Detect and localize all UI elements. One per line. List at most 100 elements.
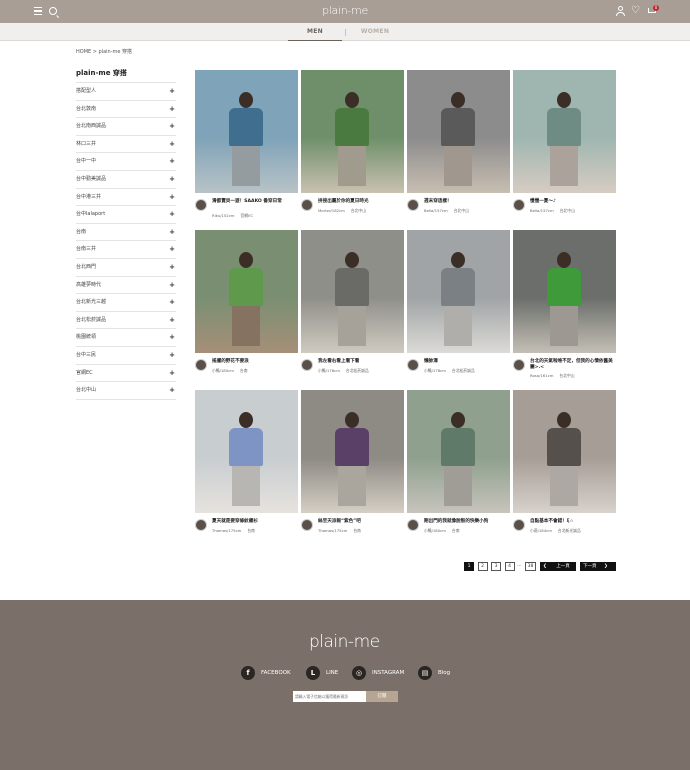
cart-icon[interactable]: 0 — [647, 5, 659, 17]
sidebar-item[interactable]: 台中勤美誠品 + — [76, 171, 176, 189]
avatar[interactable] — [195, 199, 207, 211]
search-icon[interactable] — [49, 7, 57, 15]
post-title[interactable]: 拼接出屬於你的夏日時光 — [318, 199, 404, 205]
newsletter-email-input[interactable] — [293, 691, 366, 702]
expand-plus-icon[interactable]: + — [169, 171, 175, 188]
post-title[interactable]: 台北的天氣啦唯不定，但我的心情依舊美麗>.< — [530, 359, 616, 371]
sidebar-item[interactable]: 台中港三井 + — [76, 189, 176, 207]
sidebar-item[interactable]: 台北中山 + — [76, 382, 176, 400]
outfit-photo[interactable] — [195, 390, 298, 513]
avatar[interactable] — [301, 199, 313, 211]
outfit-card[interactable]: 慢慢一夏～♪ Bella/157cm 台北中山 — [513, 70, 616, 213]
post-title[interactable]: 週末穿這樣！ — [424, 199, 510, 205]
sidebar-item[interactable]: 台北新光三越 + — [76, 294, 176, 312]
avatar[interactable] — [407, 519, 419, 531]
tab-women[interactable]: WOMEN — [348, 28, 402, 35]
expand-plus-icon[interactable]: + — [169, 118, 175, 135]
post-title[interactable]: 慢慢一夏～♪ — [530, 199, 616, 205]
expand-plus-icon[interactable]: + — [169, 101, 175, 118]
expand-plus-icon[interactable]: + — [169, 189, 175, 206]
expand-plus-icon[interactable]: + — [169, 382, 175, 399]
page-button[interactable]: 3 — [491, 562, 501, 571]
sidebar-item[interactable]: 台北南西誠品 + — [76, 118, 176, 136]
expand-plus-icon[interactable]: + — [169, 259, 175, 276]
expand-plus-icon[interactable]: + — [169, 277, 175, 294]
avatar[interactable] — [407, 199, 419, 211]
site-logo[interactable]: plain-me — [320, 4, 370, 18]
outfit-card[interactable]: 絲至天派報“紫色”吧 Thomas/175cm 台南 — [301, 390, 404, 533]
sidebar-item[interactable]: 林口三井 + — [76, 136, 176, 154]
sidebar-item[interactable]: 台南三井 + — [76, 241, 176, 259]
sidebar-item[interactable]: 官網EC + — [76, 365, 176, 383]
outfit-card[interactable]: 拼接出屬於你的夏日時光 Morise/182cm 台北中山 — [301, 70, 404, 213]
sidebar-item[interactable]: 台北松菸誠品 + — [76, 312, 176, 330]
post-title[interactable]: 懶帥澤 — [424, 359, 510, 365]
expand-plus-icon[interactable]: + — [169, 136, 175, 153]
avatar[interactable] — [513, 359, 525, 371]
subscribe-button[interactable]: 訂閱 — [366, 691, 398, 702]
outfit-photo[interactable] — [195, 70, 298, 193]
sidebar-item[interactable]: 桃園統領 + — [76, 329, 176, 347]
expand-plus-icon[interactable]: + — [169, 153, 175, 170]
breadcrumb[interactable]: HOME > plain-me 穿搭 — [76, 48, 132, 55]
expand-plus-icon[interactable]: + — [169, 329, 175, 346]
sidebar-item[interactable]: 搭配型人 + — [76, 83, 176, 101]
sidebar-item[interactable]: 高雄夢時代 + — [76, 277, 176, 295]
outfit-card[interactable]: 搖擺的野花不要浪 小鴨/180cm 台南 — [195, 230, 298, 373]
outfit-card[interactable]: 自點基本不會錯！ξ☆ 小燕/164cm 台北新光誠品 — [513, 390, 616, 533]
sidebar-item[interactable]: 台北敦南 + — [76, 101, 176, 119]
sidebar-item[interactable]: 台中一中 + — [76, 153, 176, 171]
post-title[interactable]: 自點基本不會錯！ξ☆ — [530, 519, 616, 525]
expand-plus-icon[interactable]: + — [169, 206, 175, 223]
next-page-button[interactable]: 下一頁 ❯ — [580, 562, 616, 571]
expand-plus-icon[interactable]: + — [169, 83, 175, 100]
expand-plus-icon[interactable]: + — [169, 365, 175, 382]
sidebar-item[interactable]: 台南 + — [76, 224, 176, 242]
page-button[interactable]: 2 — [477, 562, 488, 571]
outfit-photo[interactable] — [301, 390, 404, 513]
outfit-photo[interactable] — [195, 230, 298, 353]
expand-plus-icon[interactable]: + — [169, 347, 175, 364]
outfit-card[interactable]: 剛出門的我就像脫殼的快樂小狗 小鴨/180cm 台南 — [407, 390, 510, 533]
user-icon[interactable] — [616, 6, 625, 16]
avatar[interactable] — [513, 199, 525, 211]
page-button[interactable]: 4 — [504, 562, 515, 571]
sidebar-item[interactable]: 台中lalaport + — [76, 206, 176, 224]
outfit-card[interactable]: 懶帥澤 小鴨/178cm 台北松菸誠品 — [407, 230, 510, 373]
outfit-photo[interactable] — [513, 70, 616, 193]
avatar[interactable] — [301, 359, 313, 371]
expand-plus-icon[interactable]: + — [169, 241, 175, 258]
expand-plus-icon[interactable]: + — [169, 224, 175, 241]
outfit-card[interactable]: 我左看右看上看下看 小鴨/178cm 台北松菸誠品 — [301, 230, 404, 373]
heart-icon[interactable]: ♡ — [631, 5, 640, 17]
post-title[interactable]: 剛出門的我就像脫殼的快樂小狗 — [424, 519, 510, 525]
avatar[interactable] — [195, 519, 207, 531]
page-button-last[interactable]: 38 — [525, 562, 536, 571]
page-button[interactable]: 1 — [464, 562, 474, 571]
outfit-card[interactable]: 台北的天氣啦唯不定，但我的心情依舊美麗>.< Rosa/161cm 台北中山 — [513, 230, 616, 378]
outfit-card[interactable]: 滑都賣貝一遊！SAAKO 番穿日常 Riku/152cm 官網EC — [195, 70, 298, 218]
avatar[interactable] — [301, 519, 313, 531]
post-title[interactable]: 我左看右看上看下看 — [318, 359, 404, 365]
outfit-photo[interactable] — [513, 390, 616, 513]
outfit-photo[interactable] — [513, 230, 616, 353]
prev-page-button[interactable]: ❮ 上一頁 — [540, 562, 576, 571]
outfit-photo[interactable] — [407, 70, 510, 193]
outfit-card[interactable]: 夏天就是要穿條紋襯衫 Thomas/175cm 台南 — [195, 390, 298, 533]
expand-plus-icon[interactable]: + — [169, 294, 175, 311]
menu-icon[interactable] — [34, 7, 42, 15]
expand-plus-icon[interactable]: + — [169, 312, 175, 329]
sidebar-item[interactable]: 台中三民 + — [76, 347, 176, 365]
avatar[interactable] — [407, 359, 419, 371]
avatar[interactable] — [195, 359, 207, 371]
sidebar-item[interactable]: 台北西門 + — [76, 259, 176, 277]
outfit-card[interactable]: 週末穿這樣！ Bella/157cm 台北中山 — [407, 70, 510, 213]
outfit-photo[interactable] — [407, 230, 510, 353]
post-title[interactable]: 絲至天派報“紫色”吧 — [318, 519, 404, 525]
post-title[interactable]: 夏天就是要穿條紋襯衫 — [212, 519, 298, 525]
post-title[interactable]: 滑都賣貝一遊！SAAKO 番穿日常 — [212, 199, 298, 205]
footer-logo[interactable]: plain-me — [309, 632, 384, 652]
post-title[interactable]: 搖擺的野花不要浪 — [212, 359, 298, 365]
outfit-photo[interactable] — [301, 70, 404, 193]
avatar[interactable] — [513, 519, 525, 531]
